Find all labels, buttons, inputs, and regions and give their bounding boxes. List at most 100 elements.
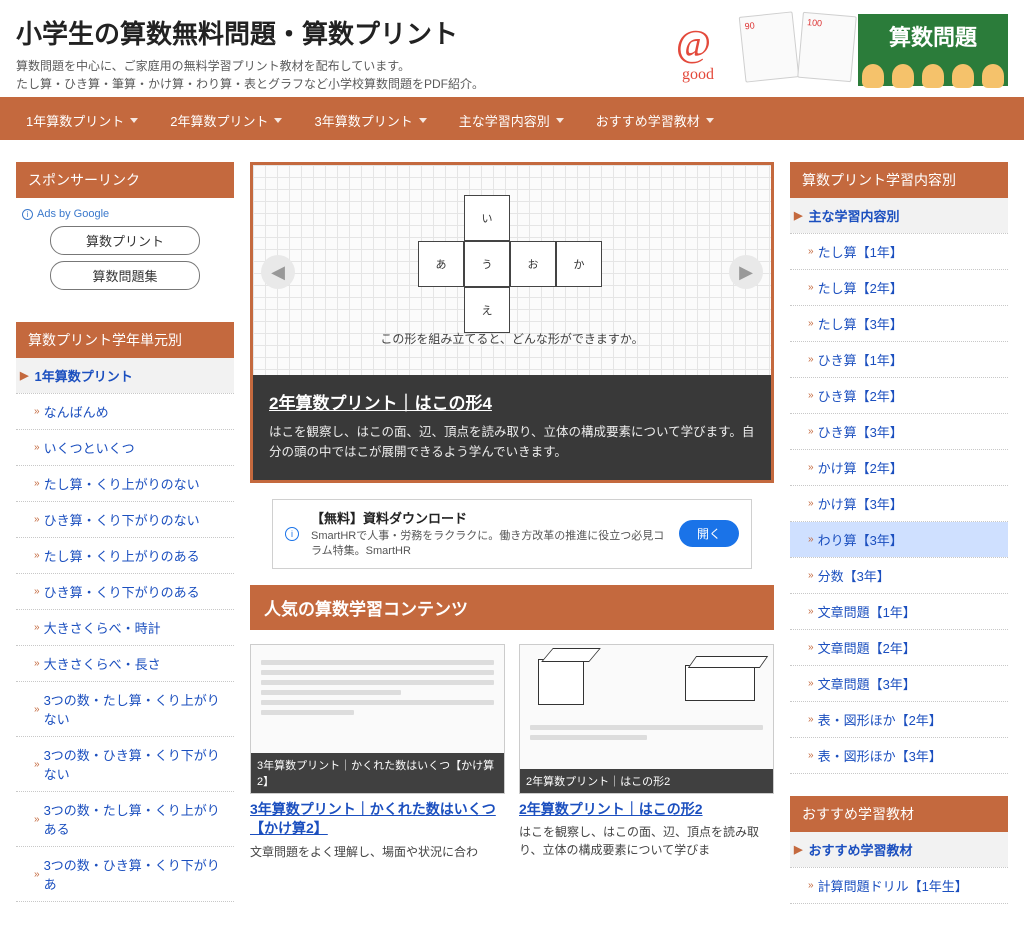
double-chevron-icon: »	[34, 406, 38, 417]
category-link[interactable]: » 3つの数・たし算・くり上がりない	[16, 682, 234, 736]
site-description: 算数問題を中心に、ご家庭用の無料学習プリント教材を配布しています。 たし算・ひき…	[16, 57, 658, 93]
double-chevron-icon: »	[808, 462, 812, 473]
ad-link-button[interactable]: 算数問題集	[50, 261, 200, 290]
category-link[interactable]: » 文章問題【1年】	[790, 594, 1008, 629]
card-title-link[interactable]: 2年算数プリント｜はこの形2	[519, 800, 774, 820]
ad-open-button[interactable]: 開く	[679, 520, 739, 547]
caret-down-icon	[274, 118, 282, 123]
slider-next-button[interactable]: ▶	[729, 255, 763, 289]
cube-net-figure: い あ う お か え	[372, 195, 652, 345]
category-top-link[interactable]: ▶1年算数プリント	[16, 358, 234, 393]
card-excerpt: 文章問題をよく理解し、場面や状況に合わ	[250, 843, 505, 861]
caret-down-icon	[419, 118, 427, 123]
ads-by-google-label[interactable]: iAds by Google	[22, 208, 228, 220]
content-card: 3年算数プリント｜かくれた数はいくつ【かけ算2】 3年算数プリント｜かくれた数は…	[250, 644, 505, 861]
site-title[interactable]: 小学生の算数無料問題・算数プリント	[16, 14, 658, 51]
nav-item[interactable]: おすすめ学習教材	[580, 101, 730, 140]
double-chevron-icon: »	[34, 514, 38, 525]
category-link[interactable]: » 文章問題【3年】	[790, 666, 1008, 701]
double-chevron-icon: »	[808, 426, 812, 437]
double-chevron-icon: »	[808, 246, 812, 257]
test-paper-icon: 100	[797, 12, 857, 82]
category-top-link[interactable]: ▶おすすめ学習教材	[790, 832, 1008, 867]
figure-caption: この形を組み立てると、どんな形ができますか。	[253, 330, 771, 347]
double-chevron-icon: »	[34, 869, 38, 880]
category-link[interactable]: » 分数【3年】	[790, 558, 1008, 593]
category-link[interactable]: » 表・図形ほか【2年】	[790, 702, 1008, 737]
double-chevron-icon: »	[34, 586, 38, 597]
category-link[interactable]: » いくつといくつ	[16, 430, 234, 465]
double-chevron-icon: »	[34, 814, 38, 825]
featured-slider: い あ う お か え この形を組み立てると、どんな形ができますか。 ◀ ▶ 2…	[250, 162, 774, 483]
card-title-link[interactable]: 3年算数プリント｜かくれた数はいくつ【かけ算2】	[250, 800, 505, 839]
category-link[interactable]: » ひき算・くり下がりのある	[16, 574, 234, 609]
nav-item[interactable]: 1年算数プリント	[10, 101, 154, 140]
widget-title: 算数プリント学年単元別	[16, 322, 234, 358]
card-thumbnail[interactable]: 2年算数プリント｜はこの形2	[519, 644, 774, 794]
category-link[interactable]: » たし算【1年】	[790, 234, 1008, 269]
good-scribble-icon	[658, 14, 738, 84]
category-link[interactable]: » たし算・くり上がりのある	[16, 538, 234, 573]
category-link[interactable]: » わり算【3年】	[790, 522, 1008, 557]
inline-ad[interactable]: i 【無料】資料ダウンロード SmartHRで人事・労務をラクラクに。働き方改革…	[272, 499, 752, 569]
category-link[interactable]: » 文章問題【2年】	[790, 630, 1008, 665]
ad-title: 【無料】資料ダウンロード	[311, 508, 667, 527]
category-link[interactable]: » かけ算【3年】	[790, 486, 1008, 521]
double-chevron-icon: »	[34, 478, 38, 489]
double-chevron-icon: »	[34, 622, 38, 633]
category-link[interactable]: » たし算・くり上がりのない	[16, 466, 234, 501]
category-top-link[interactable]: ▶主な学習内容別	[790, 198, 1008, 233]
double-chevron-icon: »	[808, 880, 812, 891]
info-icon: i	[22, 209, 33, 220]
card-thumbnail[interactable]: 3年算数プリント｜かくれた数はいくつ【かけ算2】	[250, 644, 505, 794]
slider-prev-button[interactable]: ◀	[261, 255, 295, 289]
content-card: 2年算数プリント｜はこの形2 2年算数プリント｜はこの形2 はこを観察し、はこの…	[519, 644, 774, 861]
recommended-widget: おすすめ学習教材 ▶おすすめ学習教材 » 計算問題ドリル【1年生】	[790, 796, 1008, 904]
category-link[interactable]: » ひき算【3年】	[790, 414, 1008, 449]
widget-title: スポンサーリンク	[16, 162, 234, 198]
sponsor-widget: スポンサーリンク iAds by Google 算数プリント 算数問題集	[16, 162, 234, 300]
category-link[interactable]: » 3つの数・ひき算・くり下がりあ	[16, 847, 234, 901]
slider-image: い あ う お か え この形を組み立てると、どんな形ができますか。 ◀ ▶	[253, 165, 771, 375]
double-chevron-icon: »	[808, 678, 812, 689]
category-link[interactable]: » ひき算・くり下がりのない	[16, 502, 234, 537]
double-chevron-icon: »	[34, 704, 38, 715]
grade-units-widget: 算数プリント学年単元別 ▶1年算数プリント » なんばんめ» いくつといくつ» …	[16, 322, 234, 902]
category-link[interactable]: » 大きさくらべ・時計	[16, 610, 234, 645]
double-chevron-icon: »	[808, 714, 812, 725]
card-excerpt: はこを観察し、はこの面、辺、頂点を読み取り、立体の構成要素について学びま	[519, 823, 774, 859]
double-chevron-icon: »	[808, 606, 812, 617]
double-chevron-icon: »	[808, 534, 812, 545]
blackboard-icon: 算数問題	[858, 14, 1008, 86]
nav-item[interactable]: 主な学習内容別	[443, 101, 580, 140]
category-link[interactable]: » 大きさくらべ・長さ	[16, 646, 234, 681]
double-chevron-icon: »	[34, 658, 38, 669]
nav-item[interactable]: 3年算数プリント	[298, 101, 442, 140]
popular-section-title: 人気の算数学習コンテンツ	[250, 585, 774, 630]
category-link[interactable]: » かけ算【2年】	[790, 450, 1008, 485]
slider-title-link[interactable]: 2年算数プリント｜はこの形4	[269, 394, 492, 413]
widget-title: 算数プリント学習内容別	[790, 162, 1008, 198]
site-header: 小学生の算数無料問題・算数プリント 算数問題を中心に、ご家庭用の無料学習プリント…	[0, 0, 1024, 97]
double-chevron-icon: »	[808, 354, 812, 365]
ad-link-button[interactable]: 算数プリント	[50, 226, 200, 255]
category-link[interactable]: » ひき算【1年】	[790, 342, 1008, 377]
widget-title: おすすめ学習教材	[790, 796, 1008, 832]
thumbnail-label: 2年算数プリント｜はこの形2	[520, 769, 773, 793]
double-chevron-icon: »	[808, 498, 812, 509]
double-chevron-icon: »	[808, 570, 812, 581]
nav-item[interactable]: 2年算数プリント	[154, 101, 298, 140]
category-link[interactable]: » 3つの数・たし算・くり上がりある	[16, 792, 234, 846]
category-link[interactable]: » たし算【2年】	[790, 270, 1008, 305]
double-chevron-icon: »	[808, 750, 812, 761]
category-link[interactable]: » たし算【3年】	[790, 306, 1008, 341]
double-chevron-icon: »	[808, 390, 812, 401]
category-link[interactable]: » 計算問題ドリル【1年生】	[790, 868, 1008, 903]
category-link[interactable]: » なんばんめ	[16, 394, 234, 429]
content-category-widget: 算数プリント学習内容別 ▶主な学習内容別 » たし算【1年】» たし算【2年】»…	[790, 162, 1008, 774]
category-link[interactable]: » 3つの数・ひき算・くり下がりない	[16, 737, 234, 791]
category-link[interactable]: » ひき算【2年】	[790, 378, 1008, 413]
double-chevron-icon: »	[808, 642, 812, 653]
primary-nav: 1年算数プリント2年算数プリント3年算数プリント主な学習内容別おすすめ学習教材	[0, 97, 1024, 140]
caret-down-icon	[706, 118, 714, 123]
